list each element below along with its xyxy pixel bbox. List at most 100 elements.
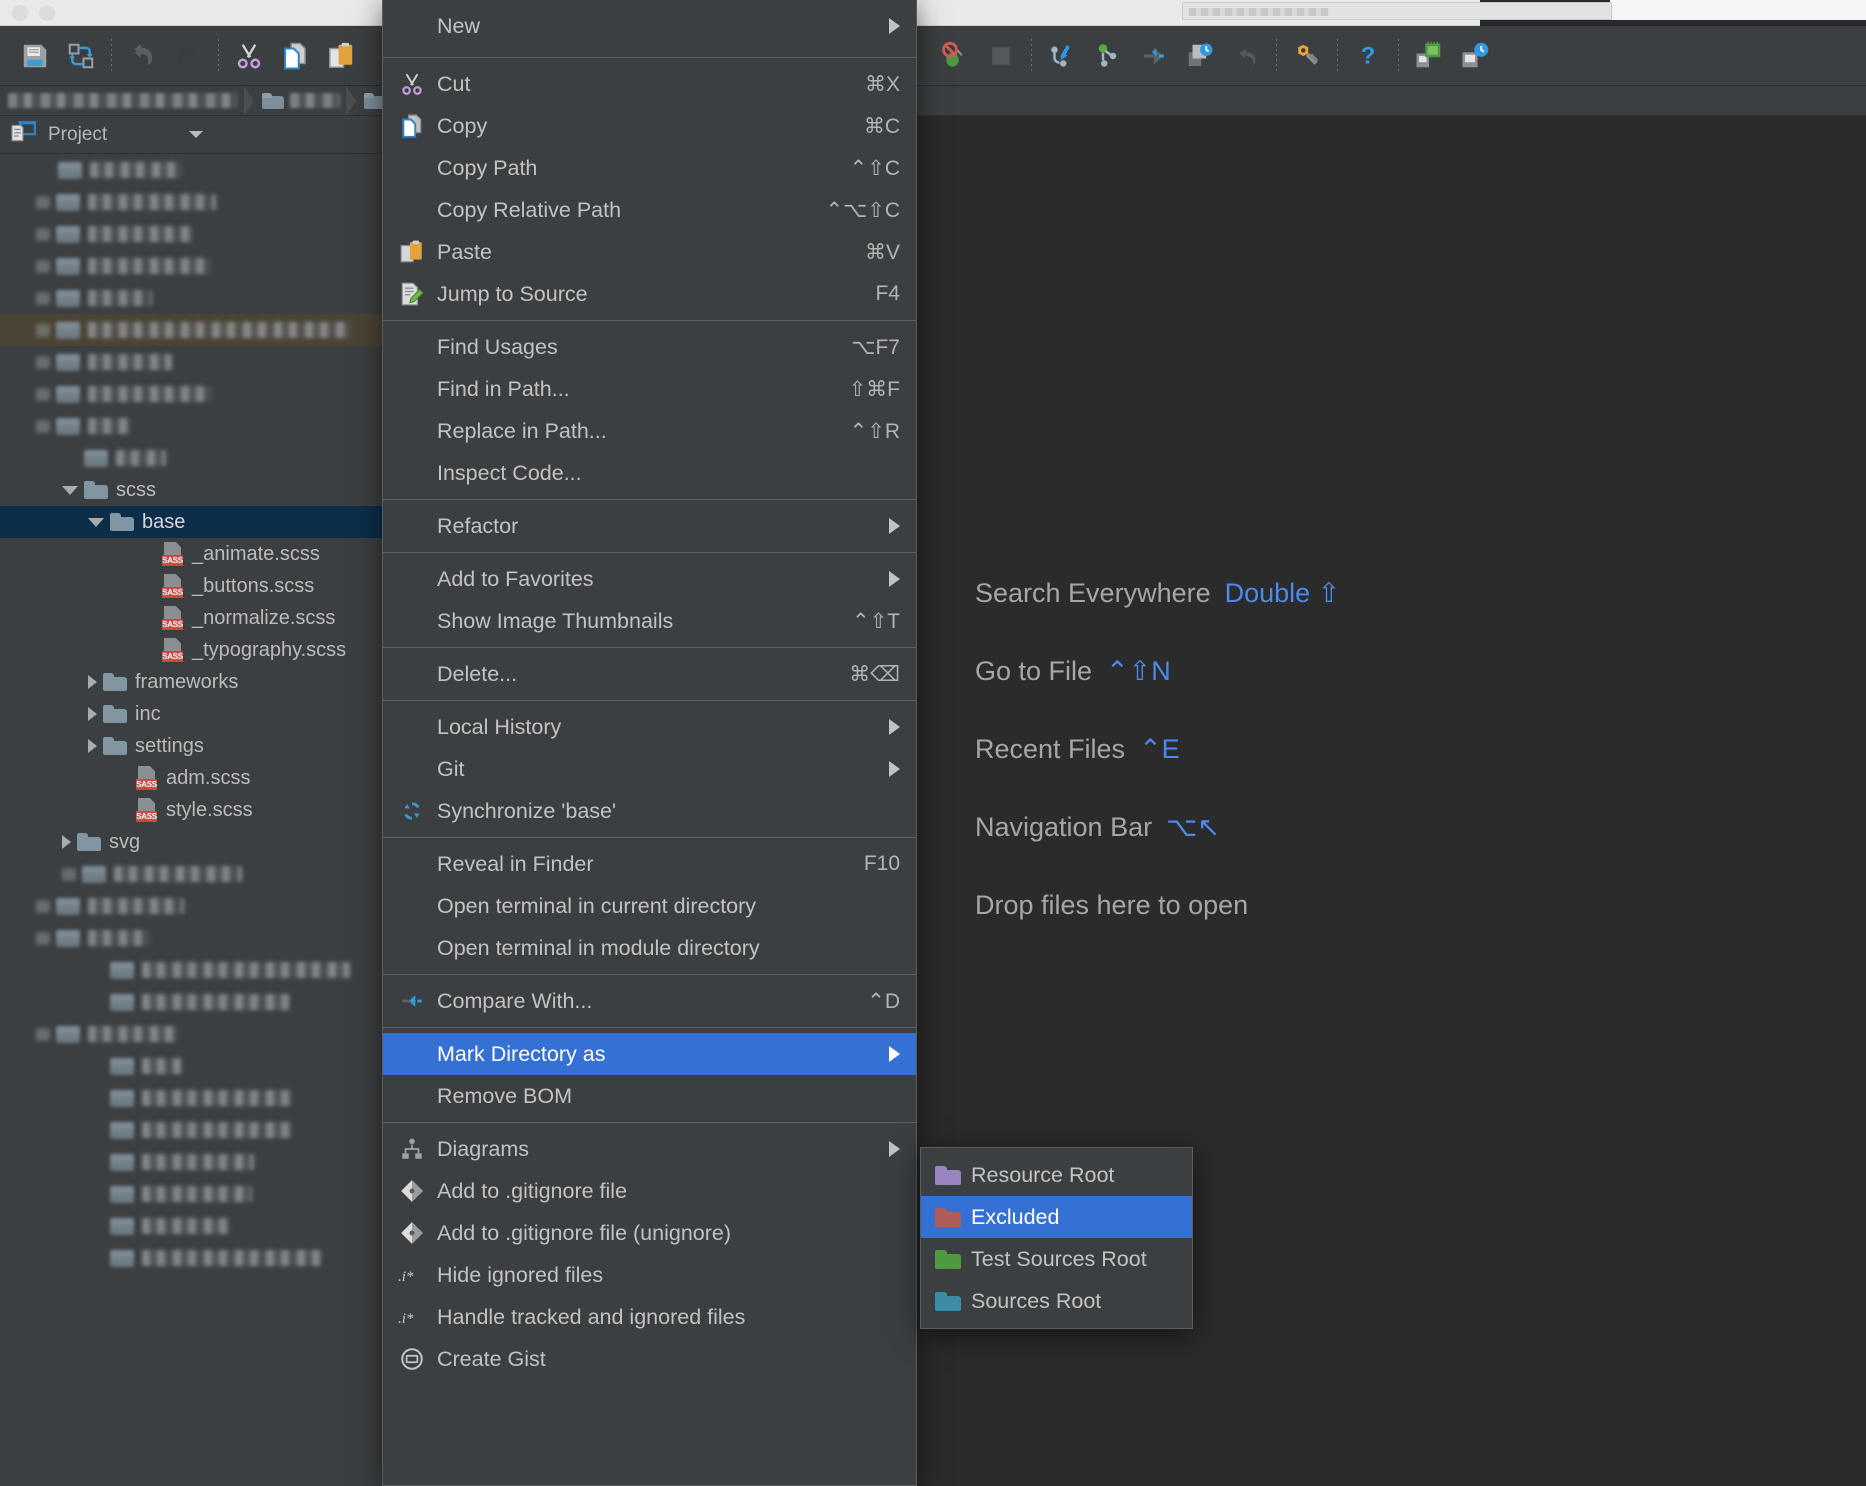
menu-item-add-to-favorites[interactable]: Add to Favorites <box>383 558 916 600</box>
tree-row[interactable] <box>0 154 390 186</box>
menu-item-add-to-gitignore-file-unignore[interactable]: Add to .gitignore file (unignore) <box>383 1212 916 1254</box>
menu-item-local-history[interactable]: Local History <box>383 706 916 748</box>
chevron-icon[interactable] <box>36 899 50 913</box>
tree-row[interactable] <box>0 282 390 314</box>
tree-row[interactable] <box>0 858 390 890</box>
history-icon[interactable] <box>1177 33 1223 79</box>
menu-item-reveal-in-finder[interactable]: Reveal in Finder F10 <box>383 843 916 885</box>
menu-item-find-usages[interactable]: Find Usages ⌥F7 <box>383 326 916 368</box>
chevron-icon[interactable] <box>36 387 50 401</box>
tree-row[interactable] <box>0 186 390 218</box>
sync-remote-icon[interactable] <box>1452 33 1498 79</box>
menu-item-open-terminal-in-module-directory[interactable]: Open terminal in module directory <box>383 927 916 969</box>
update-project-icon[interactable] <box>1039 33 1085 79</box>
menu-item-open-terminal-in-current-directory[interactable]: Open terminal in current directory <box>383 885 916 927</box>
submenu-item-resource-root[interactable]: Resource Root <box>921 1154 1192 1196</box>
tree-row--normalize-scss[interactable]: _normalize.scss <box>0 602 390 634</box>
chevron-icon[interactable] <box>36 931 50 945</box>
tree-row[interactable] <box>0 1146 390 1178</box>
menu-item-copy-relative-path[interactable]: Copy Relative Path ⌃⌥⇧C <box>383 189 916 231</box>
tree-row[interactable] <box>0 1114 390 1146</box>
redo-icon[interactable] <box>165 33 211 79</box>
menu-item-hide-ignored-files[interactable]: .i* Hide ignored files <box>383 1254 916 1296</box>
tree-row-frameworks[interactable]: frameworks <box>0 666 390 698</box>
tree-row-base[interactable]: base <box>0 506 390 538</box>
menu-item-git[interactable]: Git <box>383 748 916 790</box>
breadcrumb-project[interactable] <box>0 86 242 115</box>
menu-item-compare-with[interactable]: Compare With... ⌃D <box>383 980 916 1022</box>
tree-row-style-scss[interactable]: style.scss <box>0 794 390 826</box>
chevron-icon[interactable] <box>36 227 50 241</box>
tree-row[interactable] <box>0 1082 390 1114</box>
menu-item-mark-directory-as[interactable]: Mark Directory as <box>383 1033 916 1075</box>
menu-item-diagrams[interactable]: Diagrams <box>383 1128 916 1170</box>
tree-row[interactable] <box>0 346 390 378</box>
titlebar-search-field[interactable] <box>1182 2 1612 20</box>
tree-row-scss[interactable]: scss <box>0 474 390 506</box>
minimize-button[interactable] <box>39 5 55 21</box>
chevron-icon[interactable] <box>36 419 50 433</box>
settings-icon[interactable] <box>1284 33 1330 79</box>
submenu-item-sources-root[interactable]: Sources Root <box>921 1280 1192 1322</box>
mark-directory-as-submenu[interactable]: Resource Root Excluded Test Sources Root So… <box>920 1147 1193 1329</box>
tree-row-svg[interactable]: svg <box>0 826 390 858</box>
project-tree[interactable]: scss base _animate.scss _buttons.scss _norma… <box>0 154 390 1486</box>
tree-row[interactable] <box>0 986 390 1018</box>
tree-row[interactable] <box>0 890 390 922</box>
menu-item-replace-in-path[interactable]: Replace in Path... ⌃⇧R <box>383 410 916 452</box>
menu-item-paste[interactable]: Paste ⌘V <box>383 231 916 273</box>
menu-item-find-in-path[interactable]: Find in Path... ⇧⌘F <box>383 368 916 410</box>
chevron-icon[interactable] <box>36 195 50 209</box>
context-menu[interactable]: New Cut ⌘X Copy ⌘C Copy Path ⌃⇧C Copy Relative … <box>382 0 917 1486</box>
menu-item-copy-path[interactable]: Copy Path ⌃⇧C <box>383 147 916 189</box>
menu-item-handle-tracked-and-ignored-files[interactable]: .i* Handle tracked and ignored files <box>383 1296 916 1338</box>
breadcrumb-folder-1[interactable] <box>254 86 344 115</box>
undo-icon[interactable] <box>119 33 165 79</box>
tree-row[interactable] <box>0 1242 390 1274</box>
tree-row[interactable] <box>0 250 390 282</box>
cut-icon[interactable] <box>226 33 272 79</box>
chevron-down-icon[interactable] <box>189 131 204 138</box>
tree-row--animate-scss[interactable]: _animate.scss <box>0 538 390 570</box>
menu-item-delete[interactable]: Delete... ⌘⌫ <box>383 653 916 695</box>
stop-icon[interactable] <box>978 33 1024 79</box>
save-all-icon[interactable] <box>12 33 58 79</box>
chevron-down-icon[interactable] <box>88 517 104 527</box>
tree-row[interactable] <box>0 314 390 346</box>
chevron-icon[interactable] <box>36 1027 50 1041</box>
chevron-right-icon[interactable] <box>88 707 97 721</box>
paste-icon[interactable] <box>318 33 364 79</box>
help-icon[interactable]: ? <box>1345 33 1391 79</box>
tree-row-adm-scss[interactable]: adm.scss <box>0 762 390 794</box>
commit-icon[interactable] <box>1085 33 1131 79</box>
chevron-right-icon[interactable] <box>88 675 97 689</box>
chevron-icon[interactable] <box>36 355 50 369</box>
chevron-right-icon[interactable] <box>62 835 71 849</box>
deploy-icon[interactable] <box>1406 33 1452 79</box>
tree-row[interactable] <box>0 442 390 474</box>
submenu-item-test-sources-root[interactable]: Test Sources Root <box>921 1238 1192 1280</box>
menu-item-show-image-thumbnails[interactable]: Show Image Thumbnails ⌃⇧T <box>383 600 916 642</box>
menu-item-cut[interactable]: Cut ⌘X <box>383 63 916 105</box>
menu-item-new[interactable]: New <box>383 0 916 52</box>
menu-item-synchronize-base[interactable]: Synchronize 'base' <box>383 790 916 832</box>
stop-debug-icon[interactable] <box>932 33 978 79</box>
menu-item-jump-to-source[interactable]: Jump to Source F4 <box>383 273 916 315</box>
chevron-icon[interactable] <box>36 291 50 305</box>
tree-row[interactable] <box>0 218 390 250</box>
sync-icon[interactable] <box>58 33 104 79</box>
tree-row-settings[interactable]: settings <box>0 730 390 762</box>
rollback-icon[interactable] <box>1223 33 1269 79</box>
tree-row[interactable] <box>0 922 390 954</box>
navigation-bar[interactable] <box>0 86 1866 116</box>
menu-item-remove-bom[interactable]: Remove BOM <box>383 1075 916 1117</box>
tree-row--typography-scss[interactable]: _typography.scss <box>0 634 390 666</box>
compare-icon[interactable] <box>1131 33 1177 79</box>
chevron-down-icon[interactable] <box>62 485 78 495</box>
menu-item-refactor[interactable]: Refactor <box>383 505 916 547</box>
chevron-right-icon[interactable] <box>88 739 97 753</box>
menu-item-add-to-gitignore-file[interactable]: Add to .gitignore file <box>383 1170 916 1212</box>
chevron-icon[interactable] <box>36 323 50 337</box>
tree-row[interactable] <box>0 1210 390 1242</box>
tree-row-inc[interactable]: inc <box>0 698 390 730</box>
